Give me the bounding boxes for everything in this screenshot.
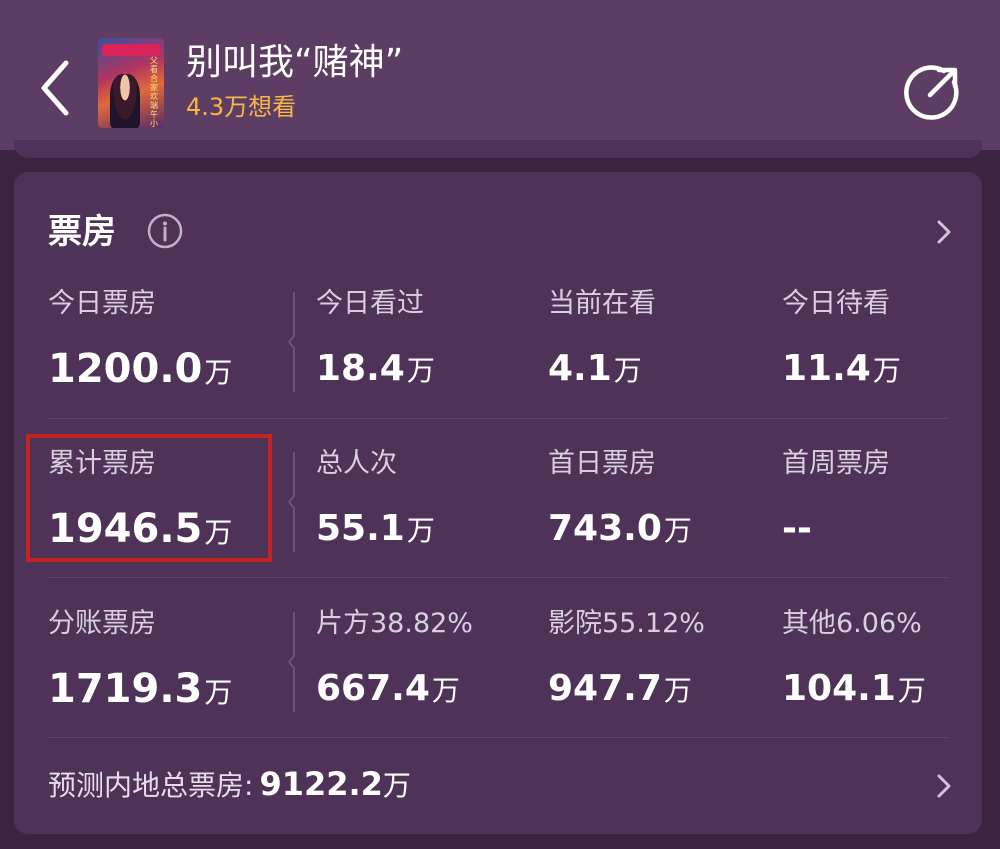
box-office-title: 票房 bbox=[48, 212, 116, 252]
stat-cell: 首日票房 743.0万 bbox=[548, 442, 778, 562]
stat-unit: 万 bbox=[431, 674, 460, 707]
stat-label: 今日待看 bbox=[782, 288, 890, 319]
stat-cell: 今日看过 18.4万 bbox=[316, 282, 546, 402]
stat-value: 11.4万 bbox=[782, 344, 901, 400]
stat-number: 667.4 bbox=[316, 668, 430, 709]
stats-row-today: 今日票房 1200.0万 今日看过 18.4万 当前在看 4.1万 今日待看 1… bbox=[48, 282, 948, 402]
stat-value: 1200.0万 bbox=[48, 344, 232, 402]
stat-label: 影院55.12% bbox=[548, 608, 705, 639]
row-separator bbox=[48, 418, 948, 419]
want-count: 4.3万想看 bbox=[186, 93, 297, 121]
stat-unit: 万 bbox=[204, 676, 233, 709]
forecast-unit: 万 bbox=[382, 769, 411, 802]
chevron-right-icon bbox=[937, 220, 951, 244]
chevron-right-icon bbox=[937, 774, 951, 798]
stat-unit: 万 bbox=[663, 514, 692, 547]
stat-number: -- bbox=[782, 508, 812, 549]
stat-value: 55.1万 bbox=[316, 504, 435, 560]
poster-text: 父看合家欢端午小长假 bbox=[150, 56, 158, 128]
stat-label: 总人次 bbox=[316, 448, 397, 479]
stat-cell: 分账票房 1719.3万 bbox=[48, 602, 278, 722]
stat-cell: 总人次 55.1万 bbox=[316, 442, 546, 562]
stat-value: 1719.3万 bbox=[48, 664, 232, 722]
divider-bracket bbox=[288, 452, 295, 552]
stat-cell: 影院55.12% 947.7万 bbox=[548, 602, 778, 722]
stat-value: 667.4万 bbox=[316, 664, 460, 720]
info-icon bbox=[147, 213, 183, 249]
stat-number: 1200.0 bbox=[48, 346, 203, 392]
stat-value: 18.4万 bbox=[316, 344, 435, 400]
stat-unit: 万 bbox=[406, 514, 435, 547]
stat-label: 分账票房 bbox=[48, 608, 156, 639]
stat-number: 55.1 bbox=[316, 508, 405, 549]
info-button[interactable] bbox=[146, 212, 184, 250]
stat-value: 4.1万 bbox=[548, 344, 642, 400]
stat-number: 947.7 bbox=[548, 668, 662, 709]
stat-value: 104.1万 bbox=[782, 664, 926, 720]
header-bar: 父看合家欢端午小长假 别叫我“赌神” 4.3万想看 bbox=[0, 0, 1000, 150]
stat-value: -- bbox=[782, 504, 814, 560]
stat-label: 今日票房 bbox=[48, 288, 156, 319]
previous-card-edge bbox=[14, 140, 982, 158]
stat-number: 18.4 bbox=[316, 348, 405, 389]
divider-bracket bbox=[288, 612, 295, 712]
forecast-more-button[interactable] bbox=[932, 770, 956, 802]
forecast-total[interactable]: 预测内地总票房: 9122.2万 bbox=[48, 754, 411, 816]
stat-cell: 今日待看 11.4万 bbox=[782, 282, 1000, 402]
stat-label: 首日票房 bbox=[548, 448, 656, 479]
stat-unit: 万 bbox=[204, 356, 233, 389]
stat-unit: 万 bbox=[663, 674, 692, 707]
stat-number: 104.1 bbox=[782, 668, 896, 709]
stat-number: 4.1 bbox=[548, 348, 612, 389]
forecast-label: 预测内地总票房: bbox=[48, 769, 254, 802]
highlight-box-cumulative bbox=[26, 434, 272, 562]
movie-poster[interactable]: 父看合家欢端午小长假 bbox=[98, 38, 164, 128]
stat-unit: 万 bbox=[406, 354, 435, 387]
movie-title: 别叫我“赌神” bbox=[186, 42, 404, 83]
stat-unit: 万 bbox=[897, 674, 926, 707]
stat-cell: 其他6.06% 104.1万 bbox=[782, 602, 1000, 722]
row-separator bbox=[48, 577, 948, 578]
back-button[interactable] bbox=[36, 58, 76, 118]
stat-cell: 首周票房 -- bbox=[782, 442, 1000, 562]
stat-value: 743.0万 bbox=[548, 504, 692, 560]
stat-unit: 万 bbox=[613, 354, 642, 387]
stat-label: 片方38.82% bbox=[316, 608, 473, 639]
forecast-value: 9122.2 bbox=[259, 765, 383, 803]
stat-label: 今日看过 bbox=[316, 288, 424, 319]
share-icon bbox=[904, 65, 959, 120]
stat-number: 11.4 bbox=[782, 348, 871, 389]
stat-number: 743.0 bbox=[548, 508, 662, 549]
stat-cell: 片方38.82% 667.4万 bbox=[316, 602, 546, 722]
stat-cell: 今日票房 1200.0万 bbox=[48, 282, 278, 402]
row-separator bbox=[48, 737, 948, 738]
poster-figure bbox=[110, 74, 140, 128]
stat-cell: 当前在看 4.1万 bbox=[548, 282, 778, 402]
box-office-more-button[interactable] bbox=[932, 216, 956, 248]
stat-unit: 万 bbox=[872, 354, 901, 387]
stat-label: 其他6.06% bbox=[782, 608, 922, 639]
share-button[interactable] bbox=[904, 63, 962, 121]
back-arrow-icon bbox=[41, 60, 69, 116]
stat-value: 947.7万 bbox=[548, 664, 692, 720]
divider-bracket bbox=[288, 292, 295, 392]
stat-label: 当前在看 bbox=[548, 288, 656, 319]
poster-logo bbox=[102, 44, 160, 56]
stat-label: 首周票房 bbox=[782, 448, 890, 479]
stat-number: 1719.3 bbox=[48, 666, 203, 712]
stats-row-split: 分账票房 1719.3万 片方38.82% 667.4万 影院55.12% 94… bbox=[48, 602, 948, 722]
